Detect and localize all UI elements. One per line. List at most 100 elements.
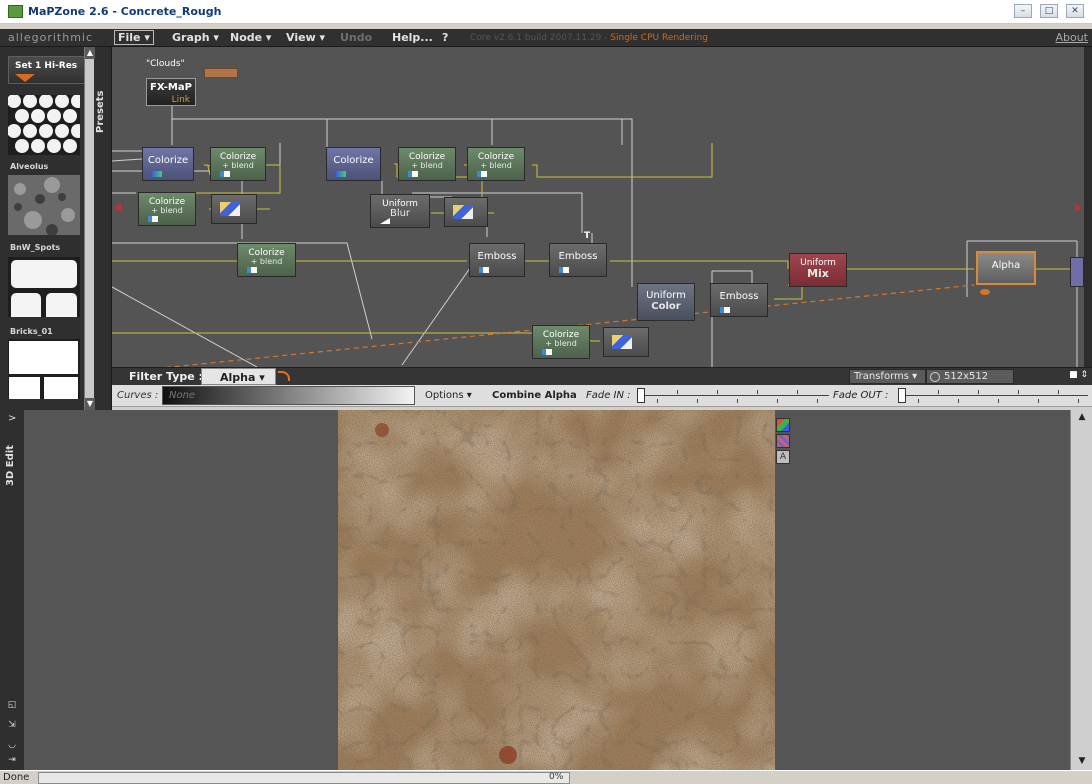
move-tool-icon[interactable]: ⇥ — [5, 755, 19, 769]
node-sublabel: + blend — [545, 339, 577, 349]
presets-scrollbar[interactable]: ▲ ▼ — [84, 47, 95, 410]
alveolus-pattern-icon[interactable] — [8, 95, 80, 155]
fade-out-slider-thumb[interactable] — [898, 388, 906, 403]
node-alpha-eye-icon[interactable] — [980, 289, 990, 295]
menu-graph[interactable]: Graph ▾ — [172, 31, 219, 44]
node-gradient-3[interactable] — [603, 327, 649, 357]
node-label: Emboss — [558, 251, 598, 262]
node-label: Emboss — [719, 291, 759, 302]
node-partial-offscreen[interactable] — [1070, 257, 1084, 287]
viewport-scrollbar[interactable]: ▲ ▼ — [1070, 410, 1092, 770]
marker-t: T — [584, 231, 591, 241]
node-uniform-color[interactable]: Uniform Color — [637, 283, 695, 321]
emboss-icon — [720, 307, 730, 313]
resolution-button[interactable]: 512x512 — [926, 369, 1014, 384]
close-button[interactable]: ✕ — [1066, 4, 1084, 18]
node-colorize-blend-1[interactable]: Colorize + blend — [210, 147, 266, 181]
preset-set-button[interactable]: Set 1 Hi-Res — [8, 56, 86, 84]
curves-gradient-field[interactable]: None — [162, 386, 415, 405]
transform-tool-icon[interactable]: ⇲ — [5, 720, 19, 734]
node-uniform-mix[interactable]: Uniform Mix — [789, 253, 847, 287]
scroll-up-icon[interactable]: ▲ — [85, 47, 95, 59]
node-colorize-2[interactable]: Colorize — [326, 147, 381, 181]
3d-edit-tab[interactable]: 3D Edit — [5, 445, 16, 486]
menu-bar: allegorithmic File ▾ Graph ▾ Node ▾ View… — [0, 29, 1092, 47]
alpha-channel-icon[interactable]: A — [776, 450, 790, 464]
scroll-down-icon[interactable]: ▼ — [1076, 756, 1088, 768]
node-colorize-blend-4[interactable]: Colorize + blend — [138, 192, 196, 226]
node-sublabel: + blend — [151, 206, 183, 216]
menu-question[interactable]: ? — [442, 31, 448, 44]
blend-icon — [542, 349, 552, 355]
blend-icon — [148, 216, 158, 222]
node-colorize-blend-6[interactable]: Colorize + blend — [532, 325, 590, 359]
menu-help[interactable]: Help... — [392, 31, 433, 44]
scroll-up-icon[interactable]: ▲ — [1076, 412, 1088, 424]
curves-label: Curves : — [117, 390, 159, 401]
node-label: Colorize — [147, 155, 189, 166]
menu-undo[interactable]: Undo — [340, 31, 372, 44]
node-sublabel: + blend — [222, 161, 254, 171]
graph-wires — [112, 105, 1078, 367]
menu-node[interactable]: Node ▾ — [230, 31, 271, 44]
node-emboss-1[interactable]: Emboss — [469, 243, 525, 277]
slider-track — [637, 395, 829, 396]
fade-in-slider-thumb[interactable] — [637, 388, 645, 403]
fade-out-slider[interactable] — [898, 386, 1088, 405]
node-colorize-blend-3[interactable]: Colorize + blend — [467, 147, 525, 181]
rgb-channel-icon[interactable] — [776, 418, 790, 432]
filter-bar: Filter Type : Alpha ▾ Transforms ▾ 512x5… — [112, 367, 1092, 385]
clouds-color-chip[interactable] — [204, 68, 238, 78]
right-collapsed-panel[interactable] — [1084, 47, 1092, 367]
fade-in-slider[interactable] — [637, 386, 829, 405]
normal-channel-icon[interactable] — [776, 434, 790, 448]
clouds-label: "Clouds" — [146, 59, 185, 69]
node-label: Alpha — [991, 260, 1021, 271]
scroll-down-icon[interactable]: ▼ — [85, 398, 95, 410]
combine-alpha-label[interactable]: Combine Alpha — [492, 390, 577, 401]
emboss-icon — [559, 267, 569, 273]
rotate-tool-icon[interactable]: ◡ — [5, 740, 19, 754]
menu-file[interactable]: File ▾ — [114, 30, 154, 45]
node-colorize-1[interactable]: Colorize — [142, 147, 194, 181]
node-emboss-3[interactable]: Emboss — [710, 283, 768, 317]
menu-view[interactable]: View ▾ — [286, 31, 325, 44]
node-label: Colorize — [333, 155, 374, 166]
3d-edit-panel: > 3D Edit ◱ ⇲ ◡ ⇥ — [0, 410, 24, 770]
undo-arrow-icon[interactable] — [278, 371, 290, 381]
texture-viewport[interactable]: A — [24, 410, 1070, 770]
options-dropdown[interactable]: Options ▾ — [425, 390, 472, 401]
blend-icon — [408, 171, 418, 177]
preset-set-label: Set 1 Hi-Res — [15, 61, 78, 71]
node-alpha[interactable]: Alpha — [976, 251, 1036, 285]
colorize-icon — [336, 171, 346, 177]
presets-tab[interactable]: Presets — [95, 62, 111, 162]
node-colorize-blend-2[interactable]: Colorize + blend — [398, 147, 456, 181]
node-colorize-blend-5[interactable]: Colorize + blend — [237, 243, 296, 277]
node-fxmap[interactable]: FX-MaP Link — [146, 78, 196, 106]
bricks-pattern-icon[interactable] — [8, 257, 80, 317]
filter-type-dropdown[interactable]: Alpha ▾ — [201, 368, 276, 385]
graph-editor[interactable]: "Clouds" FX-MaP Link Colorize Colorize + … — [112, 47, 1084, 367]
panel-controls[interactable]: ■ ⇕ — [1069, 370, 1088, 380]
transforms-dropdown[interactable]: Transforms ▾ — [849, 369, 926, 384]
core-version-text: Core v2.6.1 build 2007.11.29 - — [470, 33, 611, 43]
about-link[interactable]: About — [1055, 31, 1088, 44]
progress-percent: 0% — [549, 772, 564, 782]
node-gradient-2[interactable] — [444, 197, 488, 227]
select-tool-icon[interactable]: ◱ — [5, 700, 19, 714]
minimize-button[interactable]: – — [1014, 4, 1032, 18]
preset-label-bnw-spots: BnW_Spots — [10, 243, 61, 252]
noise-pattern-icon[interactable] — [8, 175, 80, 235]
node-gradient-1[interactable] — [211, 194, 257, 224]
node-uniform-blur[interactable]: Uniform Blur — [370, 194, 430, 228]
fade-in-label: Fade IN : — [586, 390, 631, 401]
emboss-icon — [479, 267, 489, 273]
resolution-value: 512x512 — [944, 371, 989, 382]
maximize-button[interactable]: □ — [1040, 4, 1058, 18]
title-bar: MaPZone 2.6 - Concrete_Rough – □ ✕ — [0, 0, 1092, 24]
node-emboss-2[interactable]: Emboss — [549, 243, 607, 277]
tiles-pattern-icon[interactable] — [8, 339, 80, 399]
preset-label-alveolus: Alveolus — [10, 162, 49, 171]
expand-toggle-icon[interactable]: > — [8, 413, 16, 424]
